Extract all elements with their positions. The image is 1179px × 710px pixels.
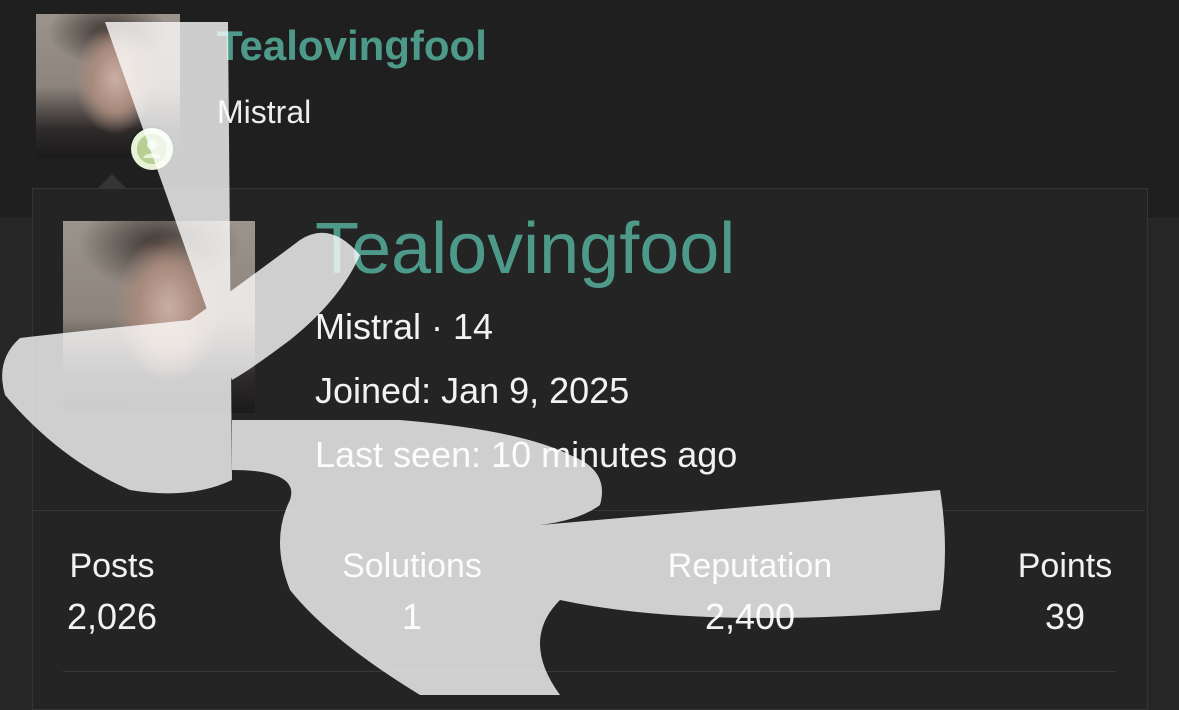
stat-posts-value: 2,026: [66, 596, 158, 637]
stat-reputation-label: Reputation: [667, 547, 833, 585]
member-card-avatar[interactable]: [63, 221, 255, 413]
stat-points[interactable]: Points 39: [1000, 546, 1130, 638]
post-author-username[interactable]: Tealovingfool: [217, 22, 487, 70]
stat-points-label: Points: [1017, 547, 1113, 585]
member-card-title: Mistral · 14: [315, 306, 494, 347]
user-circle-icon: [137, 134, 167, 164]
stat-solutions[interactable]: Solutions 1: [322, 546, 502, 638]
status-badge: [129, 126, 175, 172]
stat-reputation[interactable]: Reputation 2,400: [650, 546, 850, 638]
member-card-bottom-divider: [63, 671, 1115, 672]
stat-points-value: 39: [1044, 596, 1086, 637]
stat-reputation-value: 2,400: [704, 596, 796, 637]
stat-solutions-value: 1: [401, 596, 423, 637]
stat-solutions-label: Solutions: [342, 547, 482, 585]
member-card-pointer: [97, 174, 127, 189]
stat-posts-label: Posts: [69, 547, 155, 585]
member-card-divider: [33, 510, 1145, 511]
member-card-avatar-photo: [63, 221, 255, 413]
member-card-joined: Joined: Jan 9, 2025: [315, 370, 630, 411]
post-author-title: Mistral: [217, 94, 312, 130]
stat-posts[interactable]: Posts 2,026: [52, 546, 172, 638]
member-card-last-seen: Last seen: 10 minutes ago: [315, 434, 738, 475]
member-card-username[interactable]: Tealovingfool: [315, 208, 735, 290]
